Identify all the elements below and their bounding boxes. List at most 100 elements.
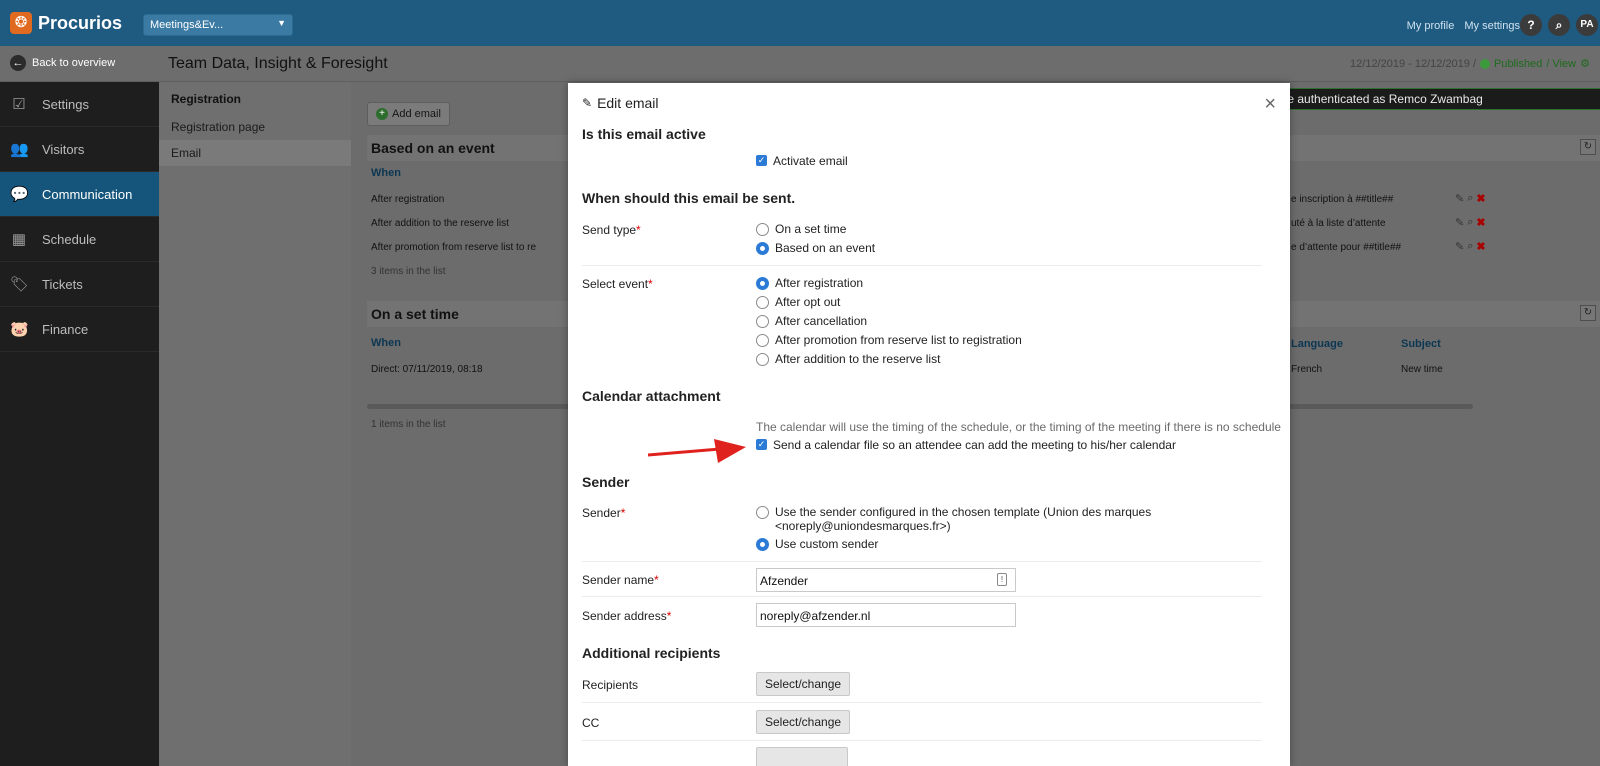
people-icon: 👥 <box>10 141 29 158</box>
event-header: ← Back to overview Team Data, Insight & … <box>0 46 1600 82</box>
subnav-item-registration-page[interactable]: Registration page <box>159 114 351 140</box>
activate-email-checkbox[interactable]: ✓ Activate email <box>756 154 848 168</box>
radio-icon <box>756 353 769 366</box>
calendar-heading: Calendar attachment <box>582 388 721 404</box>
published-status-icon <box>1480 58 1491 69</box>
sender-name-value: Afzender <box>760 574 809 588</box>
row-subject: uté à la liste d’attente <box>1291 218 1386 229</box>
row-language: French <box>1291 364 1323 375</box>
my-settings-link[interactable]: My settings <box>1464 20 1520 32</box>
items-count: 3 items in the list <box>371 266 446 277</box>
column-header-language[interactable]: Language <box>1291 338 1343 350</box>
close-icon[interactable]: × <box>1264 93 1276 116</box>
radio-icon <box>756 506 769 519</box>
delete-icon[interactable]: ✖ <box>1476 240 1485 253</box>
sender-heading: Sender <box>582 474 630 490</box>
help-icon[interactable]: ? <box>1520 14 1542 36</box>
table-row[interactable]: Direct: 07/11/2019, 08:18 <box>371 364 483 375</box>
sidebar-item-tickets[interactable]: 🏷 Tickets <box>0 262 159 307</box>
back-to-overview-label: Back to overview <box>32 57 116 69</box>
sidebar-item-label: Settings <box>42 96 89 112</box>
table-row[interactable]: After promotion from reserve list to re <box>371 242 536 253</box>
divider <box>582 702 1262 703</box>
main-sidebar: ☑ Settings 👥 Visitors 💬 Communication ▦ … <box>0 82 159 766</box>
event-option-after-opt-out[interactable]: After opt out <box>756 295 840 309</box>
sender-option-custom[interactable]: Use custom sender <box>756 537 878 551</box>
send-type-option-event[interactable]: Based on an event <box>756 241 875 255</box>
chat-icon: 💬 <box>10 186 29 203</box>
search-icon[interactable]: ⌕ <box>1467 216 1473 229</box>
search-icon[interactable]: ⌕ <box>1467 240 1473 253</box>
divider <box>582 596 1262 597</box>
event-dates: 12/12/2019 - 12/12/2019 / <box>1350 57 1477 70</box>
table-row[interactable]: After addition to the reserve list <box>371 218 509 229</box>
user-avatar[interactable]: PA <box>1576 14 1598 36</box>
sender-address-value: noreply@afzender.nl <box>760 609 871 623</box>
secondary-nav: Registration Registration page Email <box>159 82 351 766</box>
sender-address-label: Sender address* <box>582 609 672 623</box>
sidebar-item-label: Tickets <box>42 276 83 292</box>
gear-icon[interactable]: ⚙ <box>1580 57 1590 70</box>
edit-icon[interactable]: ✎ <box>1455 216 1464 229</box>
red-arrow-annotation <box>648 439 746 463</box>
sender-name-field[interactable]: Afzender ! <box>756 568 1016 592</box>
option-label: After cancellation <box>775 314 868 328</box>
sidebar-item-schedule[interactable]: ▦ Schedule <box>0 217 159 262</box>
my-profile-link[interactable]: My profile <box>1407 20 1455 32</box>
module-select[interactable]: Meetings&Ev... ▼ <box>143 14 293 36</box>
send-type-option-set-time[interactable]: On a set time <box>756 222 846 236</box>
event-option-after-promotion[interactable]: After promotion from reserve list to reg… <box>756 333 1022 347</box>
grid-icon: ▦ <box>11 231 27 248</box>
cc-label: CC <box>582 716 600 730</box>
sender-label: Sender* <box>582 506 626 520</box>
edit-icon[interactable]: ✎ <box>1455 192 1464 205</box>
calendar-note: The calendar will use the timing of the … <box>756 420 1281 434</box>
radio-icon <box>756 223 769 236</box>
option-label: After addition to the reserve list <box>775 352 941 366</box>
row-subject: e inscription à ##title## <box>1291 194 1394 205</box>
sender-address-field[interactable]: noreply@afzender.nl <box>756 603 1016 627</box>
search-icon[interactable]: ⌕ <box>1467 192 1473 205</box>
radio-icon <box>756 334 769 347</box>
sender-option-template[interactable]: Use the sender configured in the chosen … <box>756 505 1151 533</box>
divider <box>582 265 1262 266</box>
sidebar-item-finance[interactable]: 🐷 Finance <box>0 307 159 352</box>
dialog-title: Edit email <box>597 95 659 111</box>
refresh-icon[interactable]: ↻ <box>1580 139 1596 155</box>
tag-icon: 🏷 <box>10 276 30 293</box>
edit-email-dialog: ✎ Edit email × Is this email active ✓ Ac… <box>568 83 1290 766</box>
radio-selected-icon <box>756 538 769 551</box>
sidebar-item-visitors[interactable]: 👥 Visitors <box>0 127 159 172</box>
event-option-after-registration[interactable]: After registration <box>756 276 863 290</box>
event-option-after-cancellation[interactable]: After cancellation <box>756 314 867 328</box>
chevron-down-icon: ▼ <box>277 18 286 28</box>
sidebar-item-label: Finance <box>42 321 89 337</box>
activate-email-label: Activate email <box>773 154 848 168</box>
sidebar-item-settings[interactable]: ☑ Settings <box>0 82 159 127</box>
brand-name: Procurios <box>38 12 123 33</box>
radio-icon <box>756 296 769 309</box>
radio-selected-icon <box>756 277 769 290</box>
delete-icon[interactable]: ✖ <box>1476 216 1485 229</box>
view-link[interactable]: / View <box>1546 58 1576 70</box>
select-event-label: Select event* <box>582 277 653 291</box>
table-row[interactable]: After registration <box>371 194 444 205</box>
search-icon[interactable]: ⌕ <box>1548 14 1570 36</box>
sidebar-item-communication[interactable]: 💬 Communication <box>0 172 159 217</box>
procurios-logo[interactable]: ❂ Procurios <box>10 12 122 34</box>
subnav-item-email[interactable]: Email <box>159 140 351 166</box>
bcc-select-button[interactable] <box>756 747 848 766</box>
column-header-subject[interactable]: Subject <box>1401 338 1441 350</box>
delete-icon[interactable]: ✖ <box>1476 192 1485 205</box>
add-email-button[interactable]: + Add email <box>367 102 450 126</box>
contact-card-icon[interactable]: ! <box>997 573 1007 586</box>
edit-icon[interactable]: ✎ <box>1455 240 1464 253</box>
event-option-after-reserve-addition[interactable]: After addition to the reserve list <box>756 352 940 366</box>
recipients-select-button[interactable]: Select/change <box>756 672 851 696</box>
refresh-icon[interactable]: ↻ <box>1580 305 1596 321</box>
calendar-file-checkbox[interactable]: ✓ Send a calendar file so an attendee ca… <box>756 438 1176 452</box>
subnav-heading[interactable]: Registration <box>159 92 351 114</box>
back-to-overview-link[interactable]: ← Back to overview <box>10 55 115 71</box>
radio-selected-icon <box>756 242 769 255</box>
cc-select-button[interactable]: Select/change <box>756 710 851 734</box>
